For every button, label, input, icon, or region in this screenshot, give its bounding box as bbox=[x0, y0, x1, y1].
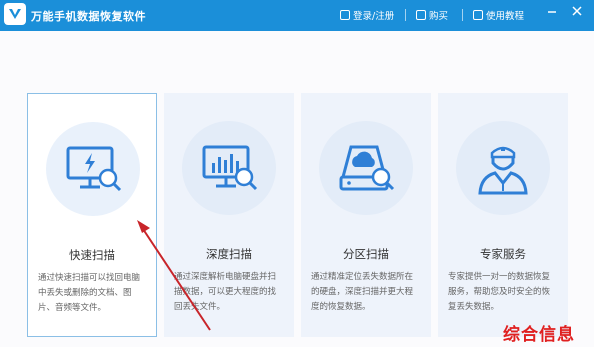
watermark-text: 综合信息 bbox=[503, 325, 575, 345]
drive-cloud-search-icon bbox=[339, 145, 395, 191]
book-icon bbox=[473, 10, 483, 20]
purchase-button[interactable]: 购买 bbox=[416, 8, 448, 22]
expert-service-card[interactable]: 专家服务 专家提供一对一的数据恢复服务，帮助您及时安全的恢复丢失数据。 bbox=[438, 93, 568, 337]
tutorial-label: 使用教程 bbox=[486, 11, 525, 22]
title-bar: 万能手机数据恢复软件 登录/注册 购买 使用教程 bbox=[0, 0, 594, 31]
cart-icon bbox=[416, 10, 426, 20]
card-description: 专家提供一对一的数据恢复服务，帮助您及时安全的恢复丢失数据。 bbox=[448, 272, 551, 312]
toolbar-divider bbox=[462, 9, 463, 21]
card-description: 通过深度解析电脑硬盘并扫描数据，可以更大程度的找回丢失文件。 bbox=[174, 272, 277, 312]
quick-scan-card[interactable]: 快速扫描 通过快速扫描可以找回电脑中丢失或删除的文档、图片、音频等文件。 bbox=[27, 93, 157, 337]
expert-person-icon bbox=[478, 146, 528, 195]
tutorial-button[interactable]: 使用教程 bbox=[473, 8, 524, 22]
card-description: 通过快速扫描可以找回电脑中丢失或删除的文档、图片、音频等文件。 bbox=[38, 273, 141, 313]
app-title: 万能手机数据恢复软件 bbox=[31, 10, 146, 23]
card-title: 分区扫描 bbox=[343, 247, 389, 261]
main-panel: 快速扫描 通过快速扫描可以找回电脑中丢失或删除的文档、图片、音频等文件。 深度扫… bbox=[0, 31, 594, 347]
login-button[interactable]: 登录/注册 bbox=[340, 8, 394, 22]
monitor-lightning-search-icon bbox=[66, 146, 122, 192]
card-title: 快速扫描 bbox=[69, 248, 115, 262]
close-icon[interactable] bbox=[570, 4, 584, 18]
monitor-chart-search-icon bbox=[202, 145, 258, 191]
minimize-icon[interactable] bbox=[545, 4, 559, 18]
card-title: 深度扫描 bbox=[206, 247, 252, 261]
login-label: 登录/注册 bbox=[353, 11, 395, 22]
card-title: 专家服务 bbox=[480, 247, 526, 261]
deep-scan-card[interactable]: 深度扫描 通过深度解析电脑硬盘并扫描数据，可以更大程度的找回丢失文件。 bbox=[164, 93, 294, 337]
toolbar-divider bbox=[405, 9, 406, 21]
partition-scan-card[interactable]: 分区扫描 通过精准定位丢失数据所在的硬盘，深度扫描并更大程度的恢复数据。 bbox=[301, 93, 431, 337]
purchase-label: 购买 bbox=[429, 11, 449, 22]
app-logo-icon bbox=[4, 3, 26, 25]
user-icon bbox=[340, 10, 350, 20]
card-description: 通过精准定位丢失数据所在的硬盘，深度扫描并更大程度的恢复数据。 bbox=[311, 272, 414, 312]
